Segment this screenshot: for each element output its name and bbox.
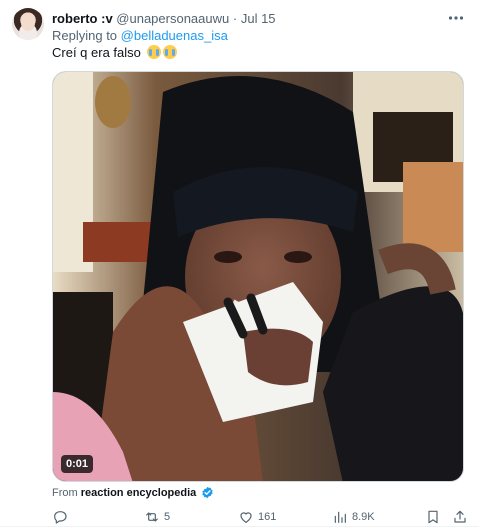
more-options-icon[interactable] xyxy=(447,9,465,27)
share-button[interactable] xyxy=(452,508,468,526)
video-duration: 0:01 xyxy=(61,455,94,473)
like-button[interactable]: 161 xyxy=(238,508,276,526)
action-bar: 5 161 8.9K xyxy=(52,508,468,526)
retweet-count: 5 xyxy=(164,511,171,523)
user-handle[interactable]: @unapersonaauwu xyxy=(116,11,229,26)
share-icon xyxy=(454,510,466,523)
views-button[interactable]: 8.9K xyxy=(332,508,375,526)
reply-button[interactable] xyxy=(52,508,72,526)
reply-icon xyxy=(54,511,67,524)
verified-badge-icon xyxy=(202,486,213,499)
attribution-source-link[interactable]: reaction encyclopedia xyxy=(81,487,197,499)
replying-to-label: Replying to xyxy=(52,28,121,43)
bookmark-button[interactable] xyxy=(425,508,441,526)
like-count: 161 xyxy=(258,511,277,523)
video-frame xyxy=(53,72,463,481)
separator-dot: · xyxy=(232,11,238,26)
reply-mention-link[interactable]: @belladuenas_isa xyxy=(121,28,228,43)
replying-to-line: Replying to @belladuenas_isa xyxy=(52,28,228,44)
retweet-button[interactable]: 5 xyxy=(144,508,170,526)
loudly-crying-face-icon xyxy=(146,45,161,59)
tweet-header: roberto :v @unapersonaauwu · Jul 15 xyxy=(52,11,276,27)
loudly-crying-face-icon xyxy=(162,45,177,59)
bookmark-icon xyxy=(428,510,438,524)
video-player[interactable]: 0:01 xyxy=(52,71,464,482)
tweet-text-body: Creí q era falso xyxy=(52,45,141,60)
retweet-icon xyxy=(146,512,158,522)
heart-icon xyxy=(240,512,252,523)
media-attribution: From reaction encyclopedia xyxy=(52,486,214,500)
attribution-prefix: From xyxy=(52,487,81,499)
tweet-text: Creí q era falso xyxy=(52,45,177,61)
view-count: 8.9K xyxy=(352,511,375,523)
display-name[interactable]: roberto :v xyxy=(52,11,113,26)
avatar[interactable] xyxy=(12,8,44,40)
views-chart-icon xyxy=(334,511,346,523)
tweet[interactable]: roberto :v @unapersonaauwu · Jul 15 Repl… xyxy=(0,0,479,527)
tweet-timestamp[interactable]: Jul 15 xyxy=(241,11,276,26)
